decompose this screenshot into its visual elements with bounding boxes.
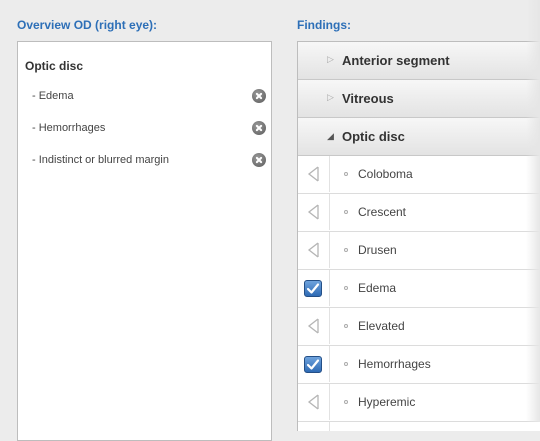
remove-edema-button[interactable] — [252, 89, 266, 103]
remove-indistinct-margin-button[interactable] — [252, 153, 266, 167]
chevron-right-icon: ▷ — [327, 54, 334, 64]
checkmark-icon — [304, 280, 322, 297]
chevron-down-icon: ◢ — [327, 131, 334, 141]
finding-label: Elevated — [358, 319, 405, 333]
finding-row-hyperemic: Hyperemic — [298, 384, 540, 422]
findings-header: Findings: — [297, 18, 351, 32]
section-anterior-segment[interactable]: ▷ Anterior segment — [298, 42, 540, 80]
section-label: Vitreous — [342, 91, 394, 106]
finding-row-edema: Edema — [298, 270, 540, 308]
unselected-triangle-icon — [307, 166, 319, 182]
overview-item-label: - Indistinct or blurred margin — [32, 154, 169, 166]
remove-hemorrhages-button[interactable] — [252, 121, 266, 135]
bullet-icon — [344, 172, 348, 176]
checkmark-icon — [304, 356, 322, 373]
finding-row-drusen: Drusen — [298, 232, 540, 270]
overview-item-label: - Hemorrhages — [32, 122, 106, 134]
finding-label: Hyperemic — [358, 395, 416, 409]
unselected-triangle-icon — [307, 242, 319, 258]
finding-label: Coloboma — [358, 167, 413, 181]
bullet-icon — [344, 362, 348, 366]
overview-panel: Optic disc - Edema - Hemorrhages - Indis… — [17, 41, 272, 441]
finding-label: Crescent — [358, 205, 407, 219]
bullet-icon — [344, 210, 348, 214]
overview-item-label: - Edema — [32, 90, 74, 102]
overview-item: - Hemorrhages — [18, 118, 271, 140]
bullet-icon — [344, 400, 348, 404]
section-vitreous[interactable]: ▷ Vitreous — [298, 80, 540, 118]
finding-toggle[interactable] — [298, 308, 330, 344]
unselected-triangle-icon — [307, 318, 319, 334]
finding-row-elevated: Elevated — [298, 308, 540, 346]
section-label: Anterior segment — [342, 53, 450, 68]
section-optic-disc[interactable]: ◢ Optic disc — [298, 118, 540, 156]
overview-item: - Edema — [18, 86, 271, 108]
finding-toggle[interactable] — [298, 270, 330, 306]
bullet-icon — [344, 324, 348, 328]
bullet-icon — [344, 248, 348, 252]
chevron-right-icon: ▷ — [327, 92, 334, 102]
unselected-triangle-icon — [307, 394, 319, 410]
finding-row-crescent: Crescent — [298, 194, 540, 232]
finding-label: Drusen — [358, 243, 397, 257]
overview-section-title: Optic disc — [25, 59, 84, 73]
finding-toggle[interactable] — [298, 156, 330, 192]
finding-toggle[interactable] — [298, 346, 330, 382]
overview-item: - Indistinct or blurred margin — [18, 150, 271, 172]
findings-panel: ▷ Anterior segment ▷ Vitreous ◢ Optic di… — [297, 41, 540, 431]
finding-label: Edema — [358, 281, 397, 295]
finding-toggle[interactable] — [298, 384, 330, 420]
finding-toggle[interactable] — [298, 194, 330, 230]
finding-row-coloboma: Coloboma — [298, 156, 540, 194]
bullet-icon — [344, 286, 348, 290]
finding-label: Hemorrhages — [358, 357, 431, 371]
unselected-triangle-icon — [307, 204, 319, 220]
finding-toggle[interactable] — [298, 422, 330, 431]
finding-toggle[interactable] — [298, 232, 330, 268]
finding-row-partial — [298, 422, 540, 431]
finding-row-hemorrhages: Hemorrhages — [298, 346, 540, 384]
section-label: Optic disc — [342, 129, 405, 144]
overview-header: Overview OD (right eye): — [17, 18, 158, 32]
